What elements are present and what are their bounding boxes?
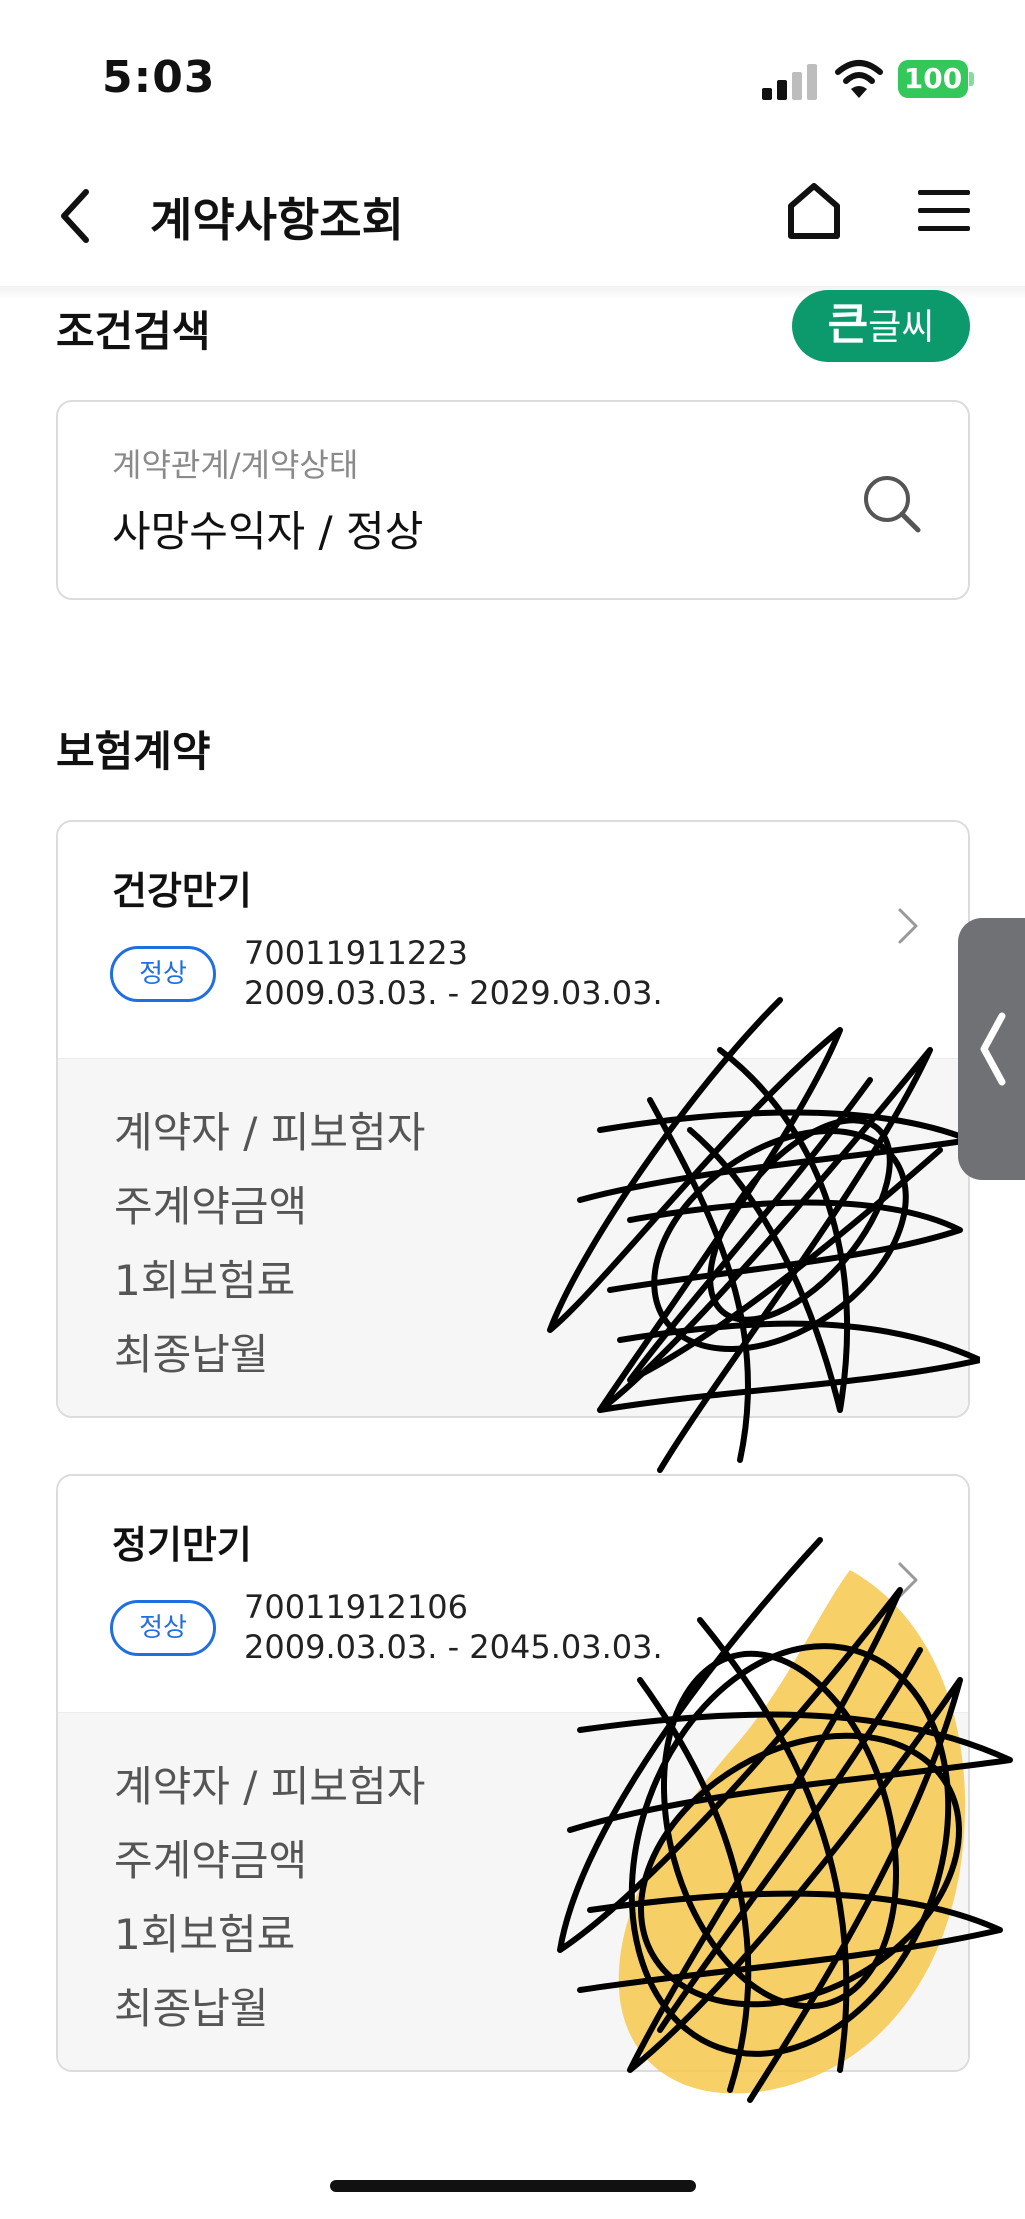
contract-period: 2009.03.03. - 2045.03.03.: [244, 1628, 663, 1666]
big-font-button-big: 큰: [827, 299, 869, 350]
detail-label-premium: 1회보험료: [114, 1256, 296, 1305]
contract-number: 70011912106: [244, 1588, 468, 1626]
signal-icon: [762, 64, 817, 100]
contract-period: 2009.03.03. - 2029.03.03.: [244, 974, 663, 1012]
search-field-label: 계약관계/계약상태: [112, 446, 359, 484]
battery-tip: [969, 72, 974, 86]
condition-search-field[interactable]: 계약관계/계약상태 사망수익자 / 정상: [56, 400, 970, 600]
chevron-left-icon: [980, 1012, 1006, 1086]
status-badge: 정상: [110, 946, 216, 1002]
page-title: 계약사항조회: [150, 193, 404, 247]
contract-number: 70011911223: [244, 934, 468, 972]
detail-label-contractor: 계약자 / 피보험자: [114, 1762, 426, 1811]
side-drawer-tab[interactable]: [958, 918, 1025, 1180]
detail-label-main-amount: 주계약금액: [114, 1836, 308, 1885]
home-indicator[interactable]: [330, 2180, 696, 2192]
detail-label-last-paid: 최종납월: [114, 1984, 269, 2033]
contract-card-header[interactable]: 정기만기 정상 70011912106 2009.03.03. - 2045.0…: [58, 1476, 968, 1712]
contract-name: 건강만기: [112, 869, 252, 913]
contract-card[interactable]: 정기만기 정상 70011912106 2009.03.03. - 2045.0…: [56, 1474, 970, 2072]
chevron-right-icon[interactable]: [896, 1560, 920, 1600]
condition-section-title: 조건검색: [56, 307, 211, 356]
contract-card-details: 계약자 / 피보험자 주계약금액 1회보험료 최종납월: [58, 1058, 968, 1416]
detail-label-main-amount: 주계약금액: [114, 1182, 308, 1231]
menu-icon[interactable]: [918, 188, 970, 234]
back-icon[interactable]: [56, 186, 96, 246]
search-icon[interactable]: [860, 472, 924, 536]
big-font-button[interactable]: 큰글씨: [792, 290, 970, 362]
contract-card[interactable]: 건강만기 정상 70011911223 2009.03.03. - 2029.0…: [56, 820, 970, 1418]
contract-card-details: 계약자 / 피보험자 주계약금액 1회보험료 최종납월: [58, 1712, 968, 2070]
home-icon[interactable]: [786, 182, 842, 240]
wifi-icon: [835, 60, 883, 98]
nav-bar: 계약사항조회: [0, 150, 1025, 290]
battery-level: 100: [898, 60, 968, 98]
status-time: 5:03: [102, 52, 216, 103]
detail-label-premium: 1회보험료: [114, 1910, 296, 1959]
detail-label-contractor: 계약자 / 피보험자: [114, 1108, 426, 1157]
search-field-value: 사망수익자 / 정상: [112, 507, 424, 556]
battery-icon: 100: [898, 60, 974, 98]
big-font-button-small: 글씨: [868, 307, 935, 348]
contract-name: 정기만기: [112, 1523, 252, 1567]
status-badge: 정상: [110, 1600, 216, 1656]
status-bar: 5:03 100: [0, 0, 1025, 150]
contracts-section-title: 보험계약: [56, 727, 211, 776]
detail-label-last-paid: 최종납월: [114, 1330, 269, 1379]
contract-card-header[interactable]: 건강만기 정상 70011911223 2009.03.03. - 2029.0…: [58, 822, 968, 1058]
chevron-right-icon[interactable]: [896, 906, 920, 946]
